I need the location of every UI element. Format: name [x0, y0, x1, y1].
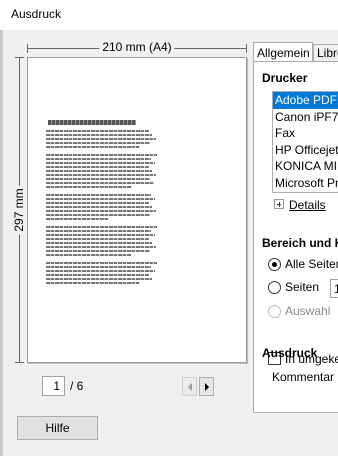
- tab-general-label: Allgemein: [257, 46, 310, 60]
- page-width-dimension: 210 mm (A4): [27, 40, 247, 55]
- details-label[interactable]: Details: [289, 198, 326, 212]
- next-page-button[interactable]: [199, 377, 214, 396]
- all-pages-label[interactable]: Alle Seiten: [285, 257, 338, 271]
- preview-text-line: [46, 194, 152, 196]
- preview-text-line: [46, 262, 157, 264]
- preview-text-line: [46, 226, 157, 228]
- arrow-right-icon: [204, 382, 209, 391]
- preview-text-line: [46, 238, 150, 240]
- preview-text-lines: [46, 130, 158, 286]
- preview-text-line: [46, 270, 155, 272]
- printer-item[interactable]: Fax: [273, 125, 338, 142]
- selection-label: Auswahl: [285, 304, 331, 318]
- preview-text-line: [46, 142, 151, 144]
- pages-radio[interactable]: [268, 281, 281, 294]
- printer-item[interactable]: HP Officejet: [273, 142, 338, 159]
- arrow-left-icon: [187, 382, 192, 391]
- selection-radio[interactable]: [268, 305, 281, 318]
- output-heading: Ausdruck: [262, 346, 318, 360]
- preview-text-line: [46, 198, 155, 200]
- window-title: Ausdruck: [11, 7, 62, 21]
- preview-text-line: [46, 130, 150, 132]
- printer-list[interactable]: Adobe PDF Canon iPF77 Fax HP Officejet K…: [272, 91, 338, 193]
- preview-text-line: [46, 234, 155, 236]
- preview-text-line: [46, 146, 139, 148]
- pages-label[interactable]: Seiten: [285, 280, 319, 294]
- tab-libreoffice[interactable]: Libre: [313, 44, 338, 62]
- tab-general[interactable]: Allgemein: [253, 42, 313, 62]
- printer-item[interactable]: Adobe PDF: [273, 92, 338, 109]
- help-button-label: Hilfe: [45, 421, 70, 435]
- preview-text-line: [46, 166, 150, 168]
- comments-label[interactable]: Kommentar: [272, 370, 334, 384]
- preview-text-line: [46, 134, 153, 136]
- details-expander-icon[interactable]: [274, 199, 284, 209]
- page-count-label: / 6: [70, 379, 84, 393]
- preview-text-line: [46, 206, 153, 208]
- all-pages-radio[interactable]: [268, 258, 281, 271]
- preview-text-line: [46, 170, 153, 172]
- help-button[interactable]: Hilfe: [17, 416, 98, 440]
- page-width-label: 210 mm (A4): [99, 40, 175, 54]
- page-navigator: 1 / 6: [42, 376, 127, 396]
- preview-doc-title: [48, 120, 136, 125]
- preview-text-line: [46, 174, 156, 176]
- preview-text-line: [46, 178, 151, 180]
- preview-text-line: [46, 246, 156, 248]
- range-heading: Bereich und K: [262, 236, 338, 250]
- preview-text-line: [46, 202, 150, 204]
- printer-item[interactable]: Microsoft Pri: [273, 175, 338, 192]
- title-bar: Ausdruck: [0, 0, 338, 30]
- preview-text-line: [46, 214, 151, 216]
- page-height-label: 297 mm: [12, 185, 26, 235]
- preview-text-line: [46, 158, 152, 160]
- previous-page-button[interactable]: [182, 377, 197, 396]
- page-height-dimension: 297 mm: [12, 57, 26, 363]
- current-page-field[interactable]: 1: [42, 376, 65, 396]
- preview-text-line: [46, 138, 156, 140]
- pages-input[interactable]: 1: [330, 279, 338, 298]
- tab-libreoffice-label: Libre: [317, 46, 338, 60]
- preview-text-line: [46, 274, 150, 276]
- printer-item[interactable]: Canon iPF77: [273, 109, 338, 126]
- preview-text-line: [46, 230, 152, 232]
- preview-text-line: [46, 282, 139, 284]
- printer-heading: Drucker: [262, 71, 308, 85]
- preview-text-line: [46, 154, 157, 156]
- preview-text-line: [46, 182, 154, 184]
- preview-text-line: [46, 162, 155, 164]
- preview-text-line: [46, 242, 153, 244]
- page-preview: [27, 57, 247, 363]
- preview-text-line: [46, 210, 156, 212]
- preview-text-line: [46, 278, 153, 280]
- preview-text-line: [46, 254, 132, 256]
- preview-text-line: [46, 266, 152, 268]
- printer-item[interactable]: KONICA MIN: [273, 158, 338, 175]
- preview-text-line: [46, 218, 108, 220]
- preview-text-line: [46, 250, 151, 252]
- tab-bar: Allgemein Libre: [253, 42, 338, 62]
- preview-text-line: [46, 186, 132, 188]
